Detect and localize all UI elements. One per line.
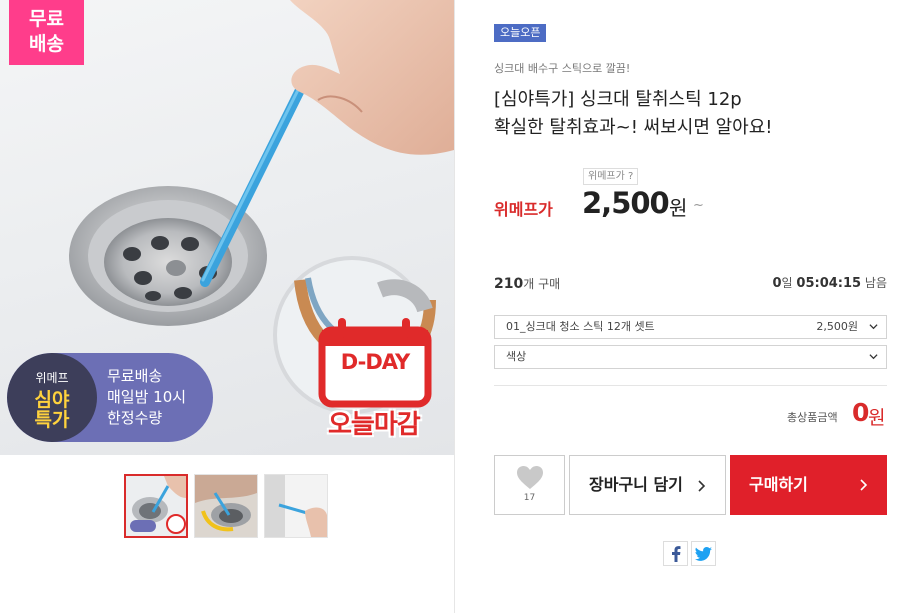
thumbnail-3[interactable]	[264, 474, 328, 538]
thumbnail-2[interactable]	[194, 474, 258, 538]
option-select-color-label: 색상	[506, 350, 527, 363]
total-price-label: 총상품금액	[787, 411, 838, 424]
promo-title-line1: 심야	[34, 389, 70, 411]
chevron-down-icon	[869, 354, 878, 360]
buy-now-label: 구매하기	[749, 475, 808, 494]
sold-count: 210개 구매	[494, 275, 560, 292]
timer-days: 0	[772, 276, 782, 291]
chevron-right-icon	[860, 479, 868, 491]
dday-label: D-DAY	[340, 350, 410, 374]
product-main-image: 무료 배송 위메프 심야 특가 무료배송 매일밤 10시 한정수량 D-DAY …	[0, 0, 454, 455]
timer-suffix: 남음	[864, 276, 887, 290]
thumbnail-2-image	[195, 475, 257, 537]
promo-line-time: 매일밤 10시	[107, 388, 187, 406]
promo-line-limited: 한정수량	[107, 409, 163, 427]
facebook-icon	[671, 545, 680, 562]
option-select-product[interactable]: 01_싱크대 청소 스틱 12개 셋트 2,500원	[494, 315, 887, 339]
buy-now-button[interactable]: 구매하기	[730, 455, 887, 515]
thumbnail-3-image	[265, 475, 327, 537]
deadline-label: 오늘마감	[328, 410, 421, 440]
thumbnail-strip	[124, 474, 328, 538]
free-badge-line2: 배송	[29, 33, 64, 55]
free-badge-line1: 무료	[29, 8, 64, 30]
product-subtitle: 싱크대 배수구 스틱으로 깔끔!	[494, 62, 631, 75]
timer-day-suffix: 일	[781, 276, 793, 290]
facebook-share-button[interactable]	[663, 541, 688, 566]
option-select-product-label: 01_싱크대 청소 스틱 12개 셋트	[506, 320, 655, 333]
thumbnail-1-image	[126, 476, 186, 536]
product-title: [심야특가] 싱크대 탈취스틱 12p 확실한 탈취효과~! 써보시면 알아요!	[494, 86, 914, 142]
option-select-product-price: 2,500원	[816, 320, 858, 333]
sold-count-suffix: 개 구매	[523, 277, 561, 291]
promo-title-line2: 특가	[34, 409, 70, 431]
price-tilde: ~	[693, 198, 704, 213]
option-select-color[interactable]: 색상	[494, 345, 887, 369]
chevron-right-icon	[698, 480, 706, 492]
free-shipping-badge: 무료 배송	[9, 0, 84, 65]
price-value: 2,500	[582, 186, 670, 220]
price-info-tooltip-button[interactable]: 위메프가 ?	[583, 168, 639, 185]
promo-title: 심야 특가	[32, 390, 72, 430]
today-open-tag: 오늘오픈	[494, 24, 547, 42]
promo-brand-circle: 위메프 심야 특가	[7, 353, 97, 442]
chevron-down-icon	[869, 324, 878, 330]
thumbnail-1[interactable]	[124, 474, 188, 538]
add-to-cart-button[interactable]: 장바구니 담기	[569, 455, 726, 515]
timer-time: 05:04:15	[796, 276, 862, 291]
twitter-share-button[interactable]	[691, 541, 716, 566]
price-unit: 원	[669, 196, 688, 220]
wishlist-button[interactable]: 17	[494, 455, 565, 515]
promo-brand: 위메프	[35, 371, 69, 385]
twitter-icon	[695, 546, 712, 561]
price-label: 위메프가	[494, 200, 553, 219]
add-to-cart-label: 장바구니 담기	[589, 475, 683, 494]
wishlist-count: 17	[523, 493, 536, 503]
midnight-deal-promo: 위메프 심야 특가 무료배송 매일밤 10시 한정수량	[7, 353, 213, 442]
promo-lines: 무료배송 매일밤 10시 한정수량	[107, 366, 186, 429]
product-title-line1: [심야특가] 싱크대 탈취스틱 12p	[494, 89, 742, 110]
countdown-timer: 0일 05:04:15 남음	[772, 274, 887, 291]
promo-line-free-shipping: 무료배송	[107, 367, 163, 385]
total-price-unit: 원	[868, 407, 886, 429]
product-title-line2: 확실한 탈취효과~! 써보시면 알아요!	[494, 117, 773, 138]
sold-count-number: 210	[494, 276, 524, 292]
heart-icon	[516, 466, 543, 489]
total-price-value: 0	[852, 398, 870, 427]
section-divider	[494, 385, 887, 386]
dday-calendar-icon: D-DAY	[322, 318, 428, 408]
product-info-panel: 오늘오픈 싱크대 배수구 스틱으로 깔끔! [심야특가] 싱크대 탈취스틱 12…	[455, 0, 921, 613]
share-buttons	[663, 541, 716, 566]
